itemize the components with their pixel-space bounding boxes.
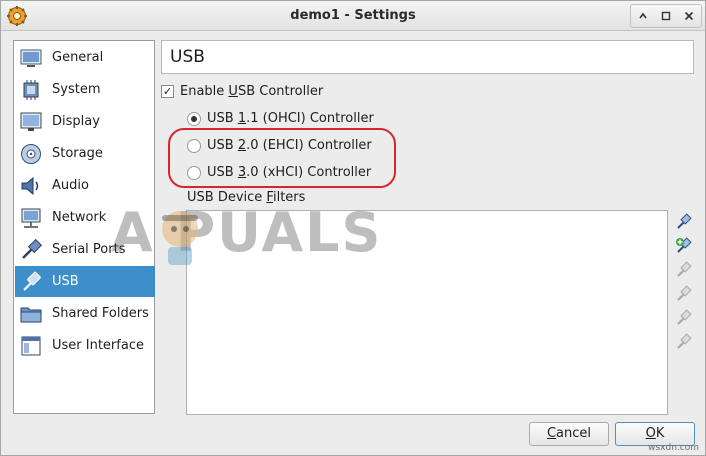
move-up-icon (677, 309, 692, 325)
sidebar-item-serial-ports[interactable]: Serial Ports (15, 234, 155, 265)
label-text: USB (207, 111, 238, 126)
sidebar-item-label: User Interface (52, 338, 144, 353)
close-icon[interactable] (680, 7, 698, 25)
label-accel: U (228, 84, 238, 99)
label-accel: 1 (237, 111, 247, 126)
annotation-highlight (168, 128, 396, 188)
enable-usb-checkbox[interactable]: ✓ (161, 85, 174, 98)
folder-icon (20, 307, 42, 322)
sidebar-item-user-interface[interactable]: User Interface (15, 330, 155, 361)
sidebar-item-display[interactable]: Display (15, 106, 155, 137)
window-controls (630, 4, 702, 28)
sidebar-item-label: System (52, 82, 101, 97)
label-text: Enable (180, 84, 229, 99)
label-text: SB Controller (237, 84, 324, 99)
label-text: K (655, 426, 665, 441)
add-from-device-icon[interactable] (675, 237, 693, 255)
page-header: USB (161, 40, 694, 74)
usb-icon (23, 271, 41, 291)
usb11-radio[interactable] (187, 112, 201, 126)
user-interface-icon (21, 336, 41, 355)
maximize-icon[interactable] (657, 7, 675, 25)
edit-filter-icon (677, 261, 692, 277)
disk-icon (21, 143, 41, 164)
sidebar-item-label: USB (52, 274, 79, 289)
sidebar-item-label: Serial Ports (52, 242, 126, 257)
add-filter-icon[interactable] (675, 213, 693, 231)
sidebar-item-network[interactable]: Network (15, 202, 155, 233)
move-down-icon (677, 333, 692, 349)
network-icon (21, 208, 41, 228)
sidebar-item-audio[interactable]: Audio (15, 170, 155, 201)
settings-sidebar: General System Display Storage Audio Net… (13, 40, 155, 414)
label-accel: C (546, 426, 557, 441)
label-text: ilters (272, 190, 306, 205)
sidebar-item-label: Network (52, 210, 107, 225)
usb11-label[interactable]: USB 1.1 (OHCI) Controller (207, 111, 374, 126)
sidebar-item-system[interactable]: System (15, 74, 155, 105)
label-text: ancel (556, 426, 592, 441)
label-text: .1 (OHCI) Controller (246, 111, 374, 126)
sidebar-item-label: Storage (52, 146, 103, 161)
settings-window: demo1 - Settings General System Display … (0, 0, 706, 456)
sidebar-item-general[interactable]: General (15, 42, 155, 73)
device-filters-list[interactable] (186, 210, 668, 415)
label-text: USB Device (187, 190, 267, 205)
site-watermark: wsxdn.com (648, 443, 699, 453)
cancel-button[interactable]: Cancel (529, 422, 609, 446)
sidebar-item-label: Audio (52, 178, 89, 193)
device-filters-label: USB Device Filters (187, 190, 305, 205)
sidebar-item-storage[interactable]: Storage (15, 138, 155, 169)
sidebar-item-label: General (52, 50, 104, 65)
title-bar[interactable]: demo1 - Settings (1, 1, 705, 31)
window-title: demo1 - Settings (290, 8, 416, 23)
enable-usb-label[interactable]: Enable USB Controller (180, 84, 323, 99)
restore-icon[interactable] (634, 7, 652, 25)
sidebar-item-usb[interactable]: USB (15, 266, 155, 297)
speaker-icon (21, 176, 39, 195)
sidebar-item-shared-folders[interactable]: Shared Folders (15, 298, 155, 329)
remove-filter-icon (677, 285, 692, 301)
page-title: USB (170, 47, 205, 67)
system-chip-icon (23, 79, 39, 100)
general-icon (20, 49, 42, 67)
monitor-icon (20, 112, 42, 131)
sidebar-item-label: Shared Folders (52, 306, 149, 321)
label-accel: O (645, 426, 656, 441)
sidebar-item-label: Display (52, 114, 100, 129)
serial-port-icon (22, 238, 43, 259)
